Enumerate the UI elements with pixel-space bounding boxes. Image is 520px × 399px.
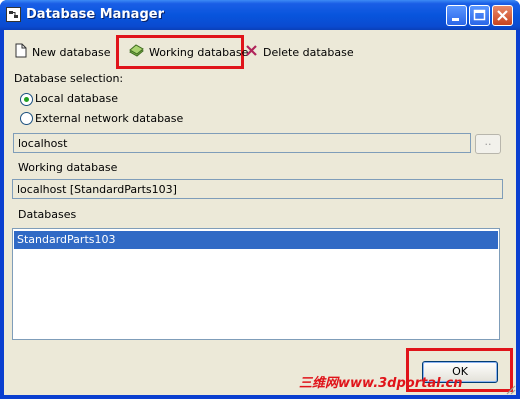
delete-x-icon (245, 44, 258, 60)
databases-list[interactable]: StandardParts103 (12, 228, 500, 340)
host-field: localhost (13, 133, 471, 153)
maximize-button[interactable] (469, 5, 490, 26)
working-database-button[interactable]: Working database (129, 42, 248, 62)
external-database-label[interactable]: External network database (35, 112, 183, 125)
new-database-label: New database (32, 45, 111, 59)
title-bar[interactable]: Database Manager (0, 0, 520, 30)
database-selection-label: Database selection: (14, 72, 124, 85)
delete-database-button[interactable]: Delete database (245, 42, 354, 62)
resize-grip-icon[interactable] (504, 383, 516, 395)
working-database-field: localhost [StandardParts103] (12, 179, 503, 199)
local-database-label[interactable]: Local database (35, 92, 118, 105)
database-stack-icon (129, 44, 144, 60)
new-database-button[interactable]: New database (15, 42, 111, 62)
app-icon (6, 7, 21, 22)
browse-button[interactable]: .. (475, 134, 501, 154)
databases-section-label: Databases (18, 208, 77, 221)
working-database-label: Working database (149, 45, 249, 59)
working-database-section-label: Working database (18, 161, 118, 174)
close-button[interactable] (492, 5, 513, 26)
database-manager-window: Database Manager New database Working da… (0, 0, 520, 399)
external-database-radio[interactable] (20, 112, 33, 125)
new-document-icon (15, 43, 27, 61)
delete-database-label: Delete database (263, 45, 354, 59)
radio-checked-dot (24, 97, 29, 102)
watermark-text: 三维网www.3dportal.cn (299, 376, 463, 391)
local-database-radio[interactable] (20, 93, 33, 106)
dialog-body: New database Working database Delete dat… (4, 30, 516, 395)
window-title: Database Manager (26, 7, 164, 22)
list-item[interactable]: StandardParts103 (14, 231, 498, 249)
minimize-button[interactable] (446, 5, 467, 26)
